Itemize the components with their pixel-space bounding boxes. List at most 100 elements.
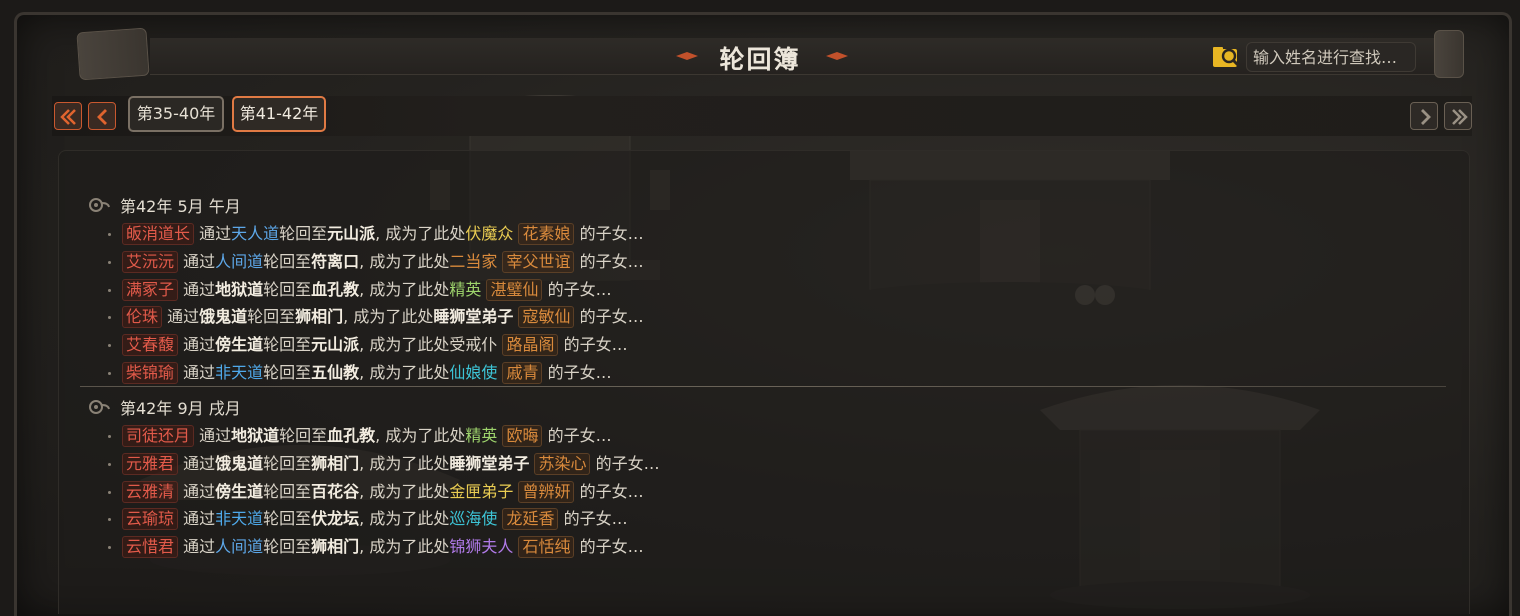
reincarnation-path: 地狱道	[231, 426, 280, 445]
via-text: 通过	[183, 280, 216, 299]
section-date-header: 第42年 9月 戌月	[88, 396, 241, 418]
bullet-dot	[108, 344, 111, 347]
section-date: 第42年 5月 午月	[120, 197, 241, 216]
became-text: , 成为了此处	[375, 426, 466, 445]
person-name[interactable]: 云惜君	[122, 536, 179, 558]
tail-text: 的子女…	[579, 482, 644, 501]
sect-name: 狮相门	[311, 537, 360, 556]
parent-name[interactable]: 路晶阁	[502, 334, 559, 356]
parent-name[interactable]: 石恬纯	[518, 536, 575, 558]
mid-text: 轮回至	[247, 307, 296, 326]
sect-name: 五仙教	[311, 363, 360, 382]
tab-years-35-40[interactable]: 第35-40年	[128, 96, 224, 132]
role-title: 锦狮夫人	[449, 537, 514, 556]
bullet-dot	[108, 491, 111, 494]
person-name[interactable]: 伦珠	[122, 306, 163, 328]
via-text: 通过	[183, 252, 216, 271]
mid-text: 轮回至	[263, 482, 312, 501]
person-name[interactable]: 艾沅沅	[122, 251, 179, 273]
reincarnation-path: 人间道	[215, 252, 264, 271]
bullet-dot	[108, 435, 111, 438]
role-title: 仙娘使	[449, 363, 498, 382]
tail-text: 的子女…	[579, 537, 644, 556]
sect-name: 血孔教	[327, 426, 376, 445]
bullet-dot	[108, 463, 111, 466]
list-item: 司徒还月 通过地狱道轮回至血孔教, 成为了此处精英 欧晦 的子女…	[108, 424, 612, 448]
parent-name[interactable]: 欧晦	[502, 425, 543, 447]
became-text: , 成为了此处	[343, 307, 434, 326]
became-text: , 成为了此处	[359, 454, 450, 473]
search-input[interactable]	[1246, 42, 1416, 72]
mid-text: 轮回至	[263, 335, 312, 354]
via-text: 通过	[183, 335, 216, 354]
person-name[interactable]: 司徒还月	[122, 425, 195, 447]
person-name[interactable]: 皈消道长	[122, 223, 195, 245]
tail-text: 的子女…	[547, 426, 612, 445]
parent-name[interactable]: 花素娘	[518, 223, 575, 245]
parent-name[interactable]: 曾辨妍	[518, 481, 575, 503]
parent-name[interactable]: 戚青	[502, 362, 543, 384]
tail-text: 的子女…	[579, 307, 644, 326]
double-chevron-left-icon	[60, 109, 76, 125]
parent-name[interactable]: 寇敏仙	[518, 306, 575, 328]
parent-name[interactable]: 宰父世谊	[502, 251, 575, 273]
person-name[interactable]: 元雅君	[122, 453, 179, 475]
reincarnation-path: 傍生道	[215, 482, 264, 501]
double-chevron-right-icon	[1452, 109, 1468, 125]
prev-page-button[interactable]	[88, 102, 116, 130]
parent-name[interactable]: 龙延香	[502, 508, 559, 530]
list-item: 云惜君 通过人间道轮回至狮相门, 成为了此处锦狮夫人 石恬纯 的子女…	[108, 535, 644, 559]
page-title: 轮回簿	[719, 45, 801, 74]
bullet-dot	[108, 289, 111, 292]
first-page-button[interactable]	[54, 102, 82, 130]
reincarnation-path: 饿鬼道	[215, 454, 264, 473]
parent-name[interactable]: 湛璧仙	[486, 279, 543, 301]
person-name[interactable]: 艾春馥	[122, 334, 179, 356]
section-divider	[80, 386, 1446, 387]
reincarnation-path: 非天道	[215, 363, 264, 382]
became-text: , 成为了此处	[359, 363, 450, 382]
tail-text: 的子女…	[547, 363, 612, 382]
next-page-button[interactable]	[1410, 102, 1438, 130]
scroll-ornament-left	[76, 27, 150, 81]
became-text: , 成为了此处	[359, 482, 450, 501]
reincarnation-path: 天人道	[231, 224, 280, 243]
mid-text: 轮回至	[263, 537, 312, 556]
last-page-button[interactable]	[1444, 102, 1472, 130]
parent-name[interactable]: 苏染心	[534, 453, 591, 475]
search-icon[interactable]	[1212, 45, 1242, 69]
via-text: 通过	[183, 509, 216, 528]
tail-text: 的子女…	[579, 224, 644, 243]
list-item: 元雅君 通过饿鬼道轮回至狮相门, 成为了此处睡狮堂弟子 苏染心 的子女…	[108, 452, 660, 476]
sect-name: 血孔教	[311, 280, 360, 299]
became-text: , 成为了此处	[359, 252, 450, 271]
cloud-swirl-icon	[89, 198, 110, 212]
role-title: 二当家	[449, 252, 498, 271]
became-text: , 成为了此处	[359, 509, 450, 528]
person-name[interactable]: 柴锦瑜	[122, 362, 179, 384]
person-name[interactable]: 满冢子	[122, 279, 179, 301]
tail-text: 的子女…	[563, 335, 628, 354]
chevron-right-icon	[1421, 109, 1431, 125]
mid-text: 轮回至	[263, 454, 312, 473]
list-item: 艾春馥 通过傍生道轮回至元山派, 成为了此处受戒仆 路晶阁 的子女…	[108, 333, 628, 357]
scroll-ornament-right	[1434, 30, 1464, 78]
mid-text: 轮回至	[263, 509, 312, 528]
role-title: 伏魔众	[465, 224, 514, 243]
role-title: 精英	[465, 426, 498, 445]
section-date-header: 第42年 5月 午月	[88, 194, 241, 216]
sect-name: 狮相门	[295, 307, 344, 326]
became-text: , 成为了此处	[375, 224, 466, 243]
person-name[interactable]: 云雅清	[122, 481, 179, 503]
via-text: 通过	[183, 482, 216, 501]
role-title: 睡狮堂弟子	[433, 307, 514, 326]
sect-name: 元山派	[311, 335, 360, 354]
cloud-swirl-icon	[89, 400, 110, 414]
list-item: 满冢子 通过地狱道轮回至血孔教, 成为了此处精英 湛璧仙 的子女…	[108, 278, 612, 302]
person-name[interactable]: 云瑜琼	[122, 508, 179, 530]
role-title: 睡狮堂弟子	[449, 454, 530, 473]
bullet-dot	[108, 518, 111, 521]
tab-years-41-42[interactable]: 第41-42年	[232, 96, 326, 132]
list-item: 柴锦瑜 通过非天道轮回至五仙教, 成为了此处仙娘使 戚青 的子女…	[108, 361, 612, 385]
reincarnation-path: 非天道	[215, 509, 264, 528]
